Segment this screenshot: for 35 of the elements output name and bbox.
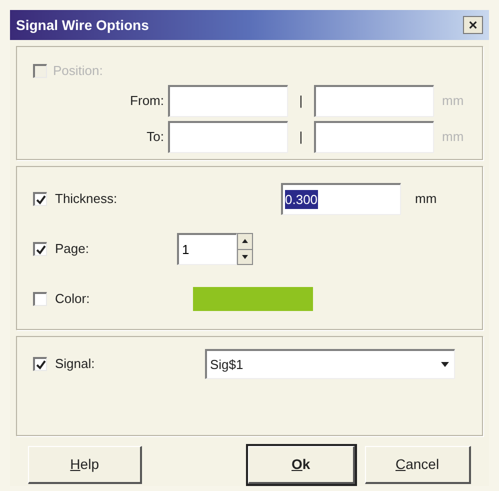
unit-label: mm bbox=[442, 128, 464, 146]
signal-label: Signal: bbox=[55, 355, 96, 374]
dropdown-arrow-icon bbox=[441, 362, 449, 367]
color-label: Color: bbox=[55, 290, 91, 308]
unit-label: mm bbox=[442, 92, 464, 110]
position-label: Position: bbox=[53, 62, 103, 80]
window-title: Signal Wire Options bbox=[16, 16, 149, 35]
thickness-field[interactable]: 0.300 bbox=[281, 183, 401, 215]
color-swatch[interactable] bbox=[193, 287, 313, 311]
signal-value: Sig$1 bbox=[210, 356, 244, 374]
coordinate-field[interactable] bbox=[168, 84, 288, 116]
down-arrow-icon bbox=[242, 254, 248, 259]
page-label: Page: bbox=[55, 240, 90, 258]
dialog-button[interactable]: Ok bbox=[248, 446, 355, 484]
coordinate-label: From: bbox=[129, 92, 165, 110]
separator-label: | bbox=[298, 92, 304, 110]
thickness-label: Thickness: bbox=[55, 190, 118, 208]
unit-label: mm bbox=[415, 190, 437, 208]
thickness-value: 0.300 bbox=[285, 190, 318, 210]
spin-buttons[interactable] bbox=[237, 233, 253, 265]
close-button[interactable]: × bbox=[463, 16, 483, 34]
dialog-button[interactable]: Cancel bbox=[364, 446, 471, 484]
coordinate-label: To: bbox=[146, 128, 165, 146]
checkbox[interactable] bbox=[33, 292, 47, 306]
signal-dropdown[interactable]: Sig$1 bbox=[205, 349, 455, 379]
coordinate-field[interactable] bbox=[314, 84, 434, 116]
page-field[interactable]: 1 bbox=[177, 233, 237, 265]
coordinate-field[interactable] bbox=[314, 120, 434, 152]
up-arrow-icon bbox=[242, 239, 248, 244]
checkbox[interactable] bbox=[33, 242, 47, 256]
separator-label: | bbox=[298, 128, 304, 146]
coordinate-field[interactable] bbox=[168, 120, 288, 152]
checkbox[interactable] bbox=[33, 192, 47, 206]
dialog-button[interactable]: Help bbox=[28, 446, 142, 484]
checkbox[interactable] bbox=[33, 357, 47, 371]
